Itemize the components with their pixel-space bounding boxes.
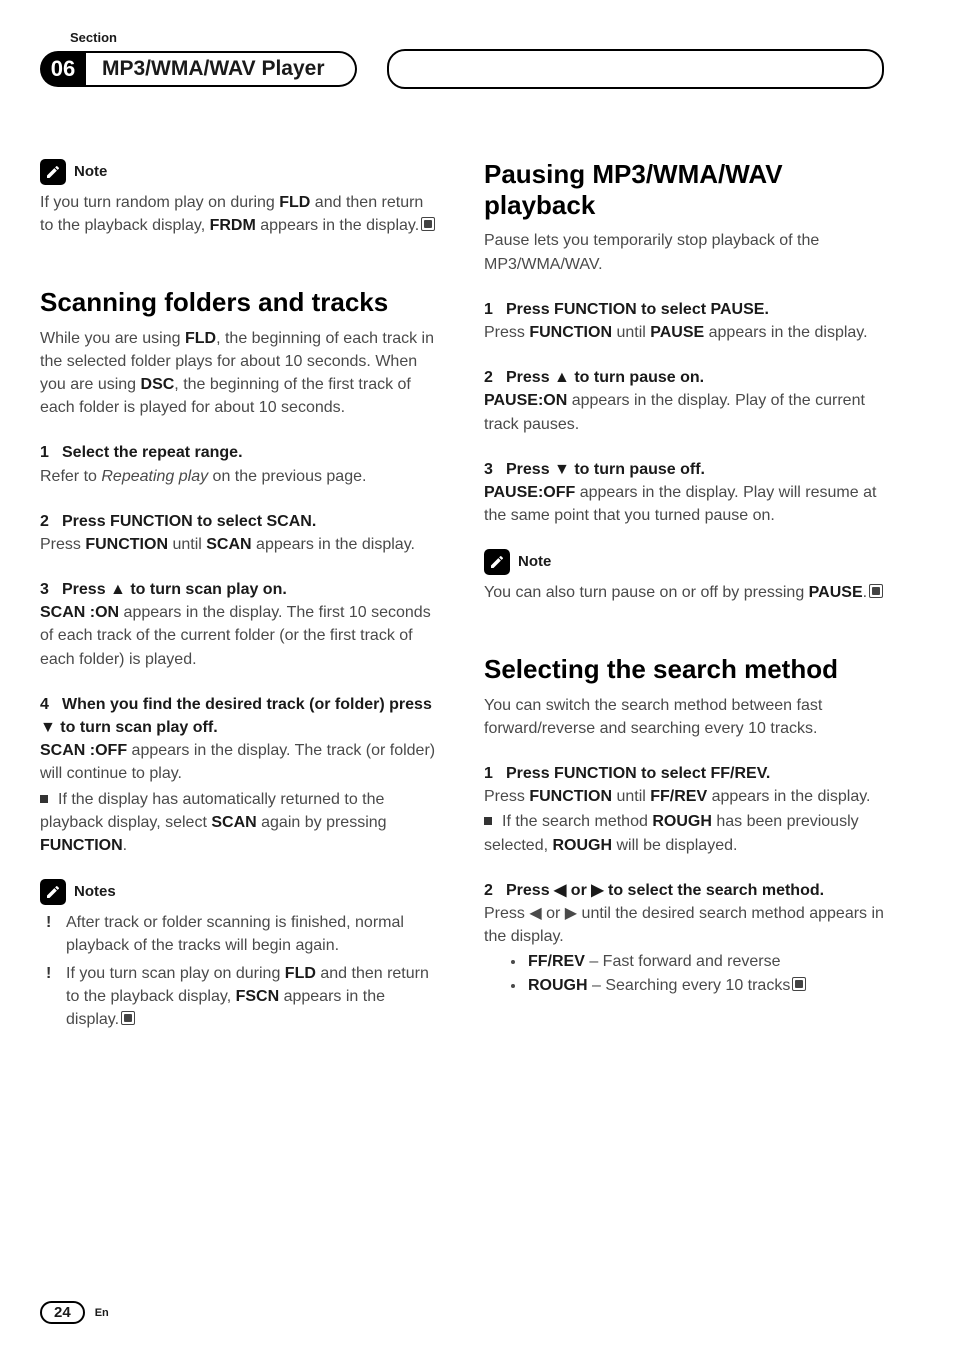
heading-search: Selecting the search method: [484, 654, 884, 685]
right-column: Pausing MP3/WMA/WAV playback Pause lets …: [484, 159, 884, 1035]
heading-pausing: Pausing MP3/WMA/WAV playback: [484, 159, 884, 221]
scan-intro: While you are using FLD, the beginning o…: [40, 327, 440, 420]
triangle-left-icon: [554, 882, 566, 899]
heading-scanning: Scanning folders and tracks: [40, 287, 440, 318]
notes-heading: Notes: [40, 879, 440, 905]
scan-step2-body: Press FUNCTION until SCAN appears in the…: [40, 533, 440, 556]
note-body: If you turn random play on during FLD an…: [40, 191, 440, 237]
pause-intro: Pause lets you temporarily stop playback…: [484, 229, 884, 275]
pause-step3-head: 3Press to turn pause off.: [484, 458, 884, 481]
pause-step3-body: PAUSE:OFF appears in the display. Play w…: [484, 481, 884, 527]
pause-step1-body: Press FUNCTION until PAUSE appears in th…: [484, 321, 884, 344]
list-item: If you turn scan play on during FLD and …: [44, 962, 440, 1032]
notes-list: After track or folder scanning is finish…: [40, 911, 440, 1031]
chapter-pill: 06 MP3/WMA/WAV Player: [40, 51, 357, 87]
triangle-up-icon: [554, 369, 570, 386]
manual-page: Section 06 MP3/WMA/WAV Player Note If yo…: [0, 0, 954, 1352]
pause-step1-head: 1Press FUNCTION to select PAUSE.: [484, 298, 884, 321]
page-number: 24: [40, 1301, 85, 1324]
scan-step1-head: 1Select the repeat range.: [40, 441, 440, 464]
scan-step4-sqnote: If the display has automatically returne…: [40, 788, 440, 858]
note-heading: Note: [40, 159, 440, 185]
section-end-icon: [792, 977, 806, 991]
chapter-title-wrap: MP3/WMA/WAV Player: [86, 51, 357, 87]
triangle-up-icon: [110, 581, 126, 598]
list-item: After track or folder scanning is finish…: [44, 911, 440, 957]
pencil-icon: [40, 879, 66, 905]
left-column: Note If you turn random play on during F…: [40, 159, 440, 1035]
search-step1-head: 1Press FUNCTION to select FF/REV.: [484, 762, 884, 785]
triangle-right-icon: [565, 905, 577, 922]
search-method-list: FF/REV – Fast forward and reverse ROUGH …: [484, 950, 884, 996]
chapter-number: 06: [40, 51, 86, 87]
search-step2-head: 2Press or to select the search method.: [484, 879, 884, 902]
list-item: ROUGH – Searching every 10 tracks: [526, 974, 884, 997]
section-end-icon: [421, 217, 435, 231]
search-step1-sqnote: If the search method ROUGH has been prev…: [484, 810, 884, 856]
section-label: Section: [70, 30, 884, 45]
search-step2-body: Press or until the desired search method…: [484, 902, 884, 948]
note-label: Note: [74, 161, 107, 183]
pencil-icon: [40, 159, 66, 185]
section-end-icon: [869, 584, 883, 598]
triangle-down-icon: [554, 461, 570, 478]
search-step1-body: Press FUNCTION until FF/REV appears in t…: [484, 785, 884, 808]
scan-step1-body: Refer to Repeating play on the previous …: [40, 465, 440, 488]
pause-note-body: You can also turn pause on or off by pre…: [484, 581, 884, 604]
triangle-left-icon: [529, 905, 541, 922]
pause-step2-body: PAUSE:ON appears in the display. Play of…: [484, 389, 884, 435]
notes-label: Notes: [74, 881, 116, 903]
triangle-down-icon: [40, 719, 56, 736]
pause-step2-head: 2Press to turn pause on.: [484, 366, 884, 389]
page-language: En: [95, 1307, 109, 1319]
scan-step3-head: 3Press to turn scan play on.: [40, 578, 440, 601]
chapter-title: MP3/WMA/WAV Player: [102, 57, 325, 81]
header-blank-pill: [387, 49, 885, 89]
header-row: 06 MP3/WMA/WAV Player: [40, 49, 884, 89]
scan-step3-body: SCAN :ON appears in the display. The fir…: [40, 601, 440, 671]
square-bullet-icon: [40, 795, 48, 803]
square-bullet-icon: [484, 817, 492, 825]
scan-step4-body: SCAN :OFF appears in the display. The tr…: [40, 739, 440, 785]
search-intro: You can switch the search method between…: [484, 694, 884, 740]
pencil-icon: [484, 549, 510, 575]
list-item: FF/REV – Fast forward and reverse: [526, 950, 884, 973]
scan-step4-head: 4When you find the desired track (or fol…: [40, 693, 440, 739]
page-footer: 24 En: [40, 1301, 109, 1324]
triangle-right-icon: [591, 882, 603, 899]
scan-step2-head: 2Press FUNCTION to select SCAN.: [40, 510, 440, 533]
content-columns: Note If you turn random play on during F…: [40, 159, 884, 1035]
section-end-icon: [121, 1011, 135, 1025]
note-heading: Note: [484, 549, 884, 575]
note-label: Note: [518, 551, 551, 573]
